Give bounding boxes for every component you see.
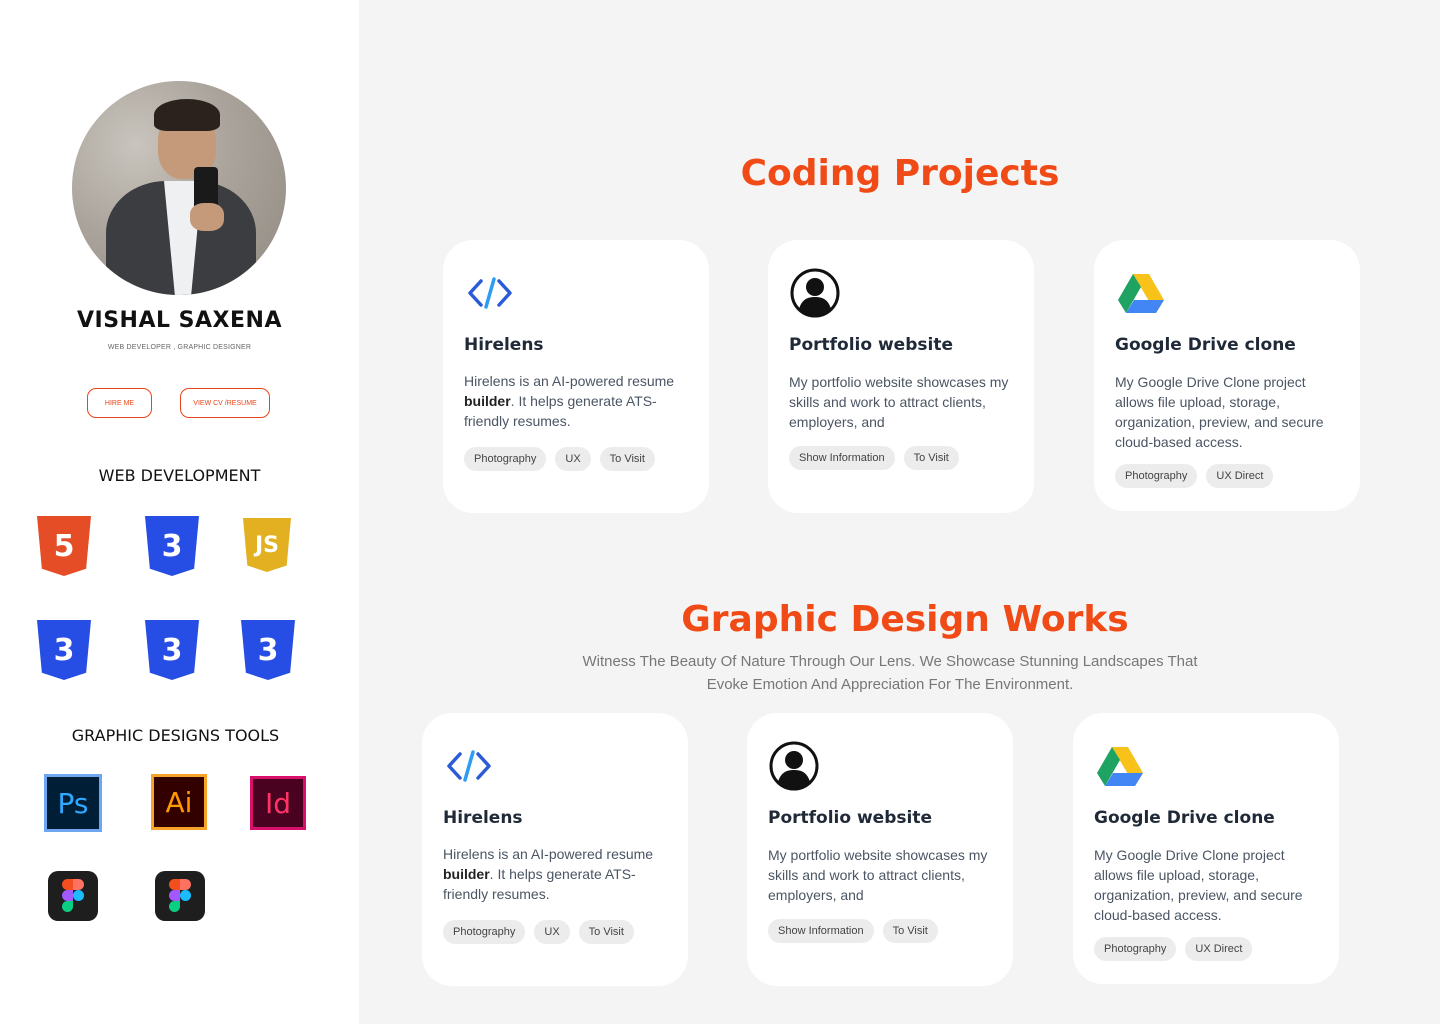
card-description: My portfolio website showcases my skills… (768, 847, 988, 903)
profile-name: VISHAL SAXENA (77, 308, 282, 333)
hire-me-button[interactable]: HIRE ME (87, 388, 152, 418)
illustrator-icon: Ai (151, 774, 207, 830)
tag-photography[interactable]: Photography (443, 920, 526, 944)
css3-icon: 3 (145, 516, 199, 576)
graphic-design-subtitle: Witness The Beauty Of Nature Through Our… (582, 653, 1198, 693)
figma-icon (48, 871, 98, 921)
tag-list: Photography UX To Visit (443, 920, 634, 944)
card-title: Portfolio website (768, 808, 932, 828)
figma-icon (155, 871, 205, 921)
web-development-title: WEB DEVELOPMENT (98, 466, 261, 485)
indesign-icon: Id (250, 776, 306, 830)
graphic-design-heading: Graphic Design Works (681, 599, 1129, 640)
card-description: My Google Drive Clone project allows fil… (1094, 847, 1303, 923)
photoshop-icon: Ps (44, 774, 102, 832)
card-description: Hirelens is an AI-powered resume builder… (443, 846, 654, 902)
card-description: Hirelens is an AI-powered resume builder… (464, 373, 675, 429)
tag-list: Photography UX To Visit (464, 447, 655, 471)
tag-ux-direct[interactable]: UX Direct (1206, 464, 1274, 488)
tag-to-visit[interactable]: To Visit (578, 920, 634, 944)
tag-photography[interactable]: Photography (1094, 937, 1177, 961)
tag-ux[interactable]: UX (534, 920, 570, 944)
view-cv-button[interactable]: VIEW CV /RESUME (180, 388, 270, 418)
graphic-tools-title: GRAPHIC DESIGNS TOOLS (71, 726, 280, 745)
design-card-drive[interactable]: Google Drive clone My Google Drive Clone… (1073, 713, 1339, 984)
code-icon (447, 750, 491, 782)
avatar (72, 81, 286, 295)
code-icon (468, 277, 512, 309)
tag-ux[interactable]: UX (555, 447, 591, 471)
tag-to-visit[interactable]: To Visit (882, 919, 938, 943)
profile-role: WEB DEVELOPER , GRAPHIC DESIGNER (107, 344, 252, 351)
card-description: My Google Drive Clone project allows fil… (1115, 374, 1324, 450)
profile-sidebar: VISHAL SAXENA WEB DEVELOPER , GRAPHIC DE… (0, 0, 359, 1024)
project-card-drive[interactable]: Google Drive clone My Google Drive Clone… (1094, 240, 1360, 511)
user-icon (769, 741, 819, 791)
card-title: Portfolio website (789, 335, 953, 355)
design-card-hirelens[interactable]: Hirelens Hirelens is an AI-powered resum… (422, 713, 688, 986)
card-title: Hirelens (464, 335, 544, 355)
card-title: Google Drive clone (1115, 335, 1296, 355)
card-title: Google Drive clone (1094, 808, 1275, 828)
google-drive-icon (1097, 747, 1143, 786)
tag-photography[interactable]: Photography (464, 447, 547, 471)
project-card-hirelens[interactable]: Hirelens Hirelens is an AI-powered resum… (443, 240, 709, 513)
css3-icon: 3 (37, 620, 91, 680)
javascript-icon: JS (243, 518, 291, 572)
tag-list: Show Information To Visit (789, 446, 959, 470)
tag-to-visit[interactable]: To Visit (903, 446, 959, 470)
tag-list: Show Information To Visit (768, 919, 938, 943)
tag-list: Photography UX Direct (1094, 937, 1253, 961)
tag-show-information[interactable]: Show Information (789, 446, 895, 470)
tag-ux-direct[interactable]: UX Direct (1185, 937, 1253, 961)
tag-to-visit[interactable]: To Visit (599, 447, 655, 471)
tag-list: Photography UX Direct (1115, 464, 1274, 488)
user-icon (790, 268, 840, 318)
tag-photography[interactable]: Photography (1115, 464, 1198, 488)
coding-projects-heading: Coding Projects (740, 153, 1060, 194)
css3-icon: 3 (145, 620, 199, 680)
card-description: My portfolio website showcases my skills… (789, 374, 1009, 430)
google-drive-icon (1118, 274, 1164, 313)
html5-icon: 5 (37, 516, 91, 576)
project-card-portfolio[interactable]: Portfolio website My portfolio website s… (768, 240, 1034, 513)
card-title: Hirelens (443, 808, 523, 828)
tag-show-information[interactable]: Show Information (768, 919, 874, 943)
css3-icon: 3 (241, 620, 295, 680)
design-card-portfolio[interactable]: Portfolio website My portfolio website s… (747, 713, 1013, 986)
